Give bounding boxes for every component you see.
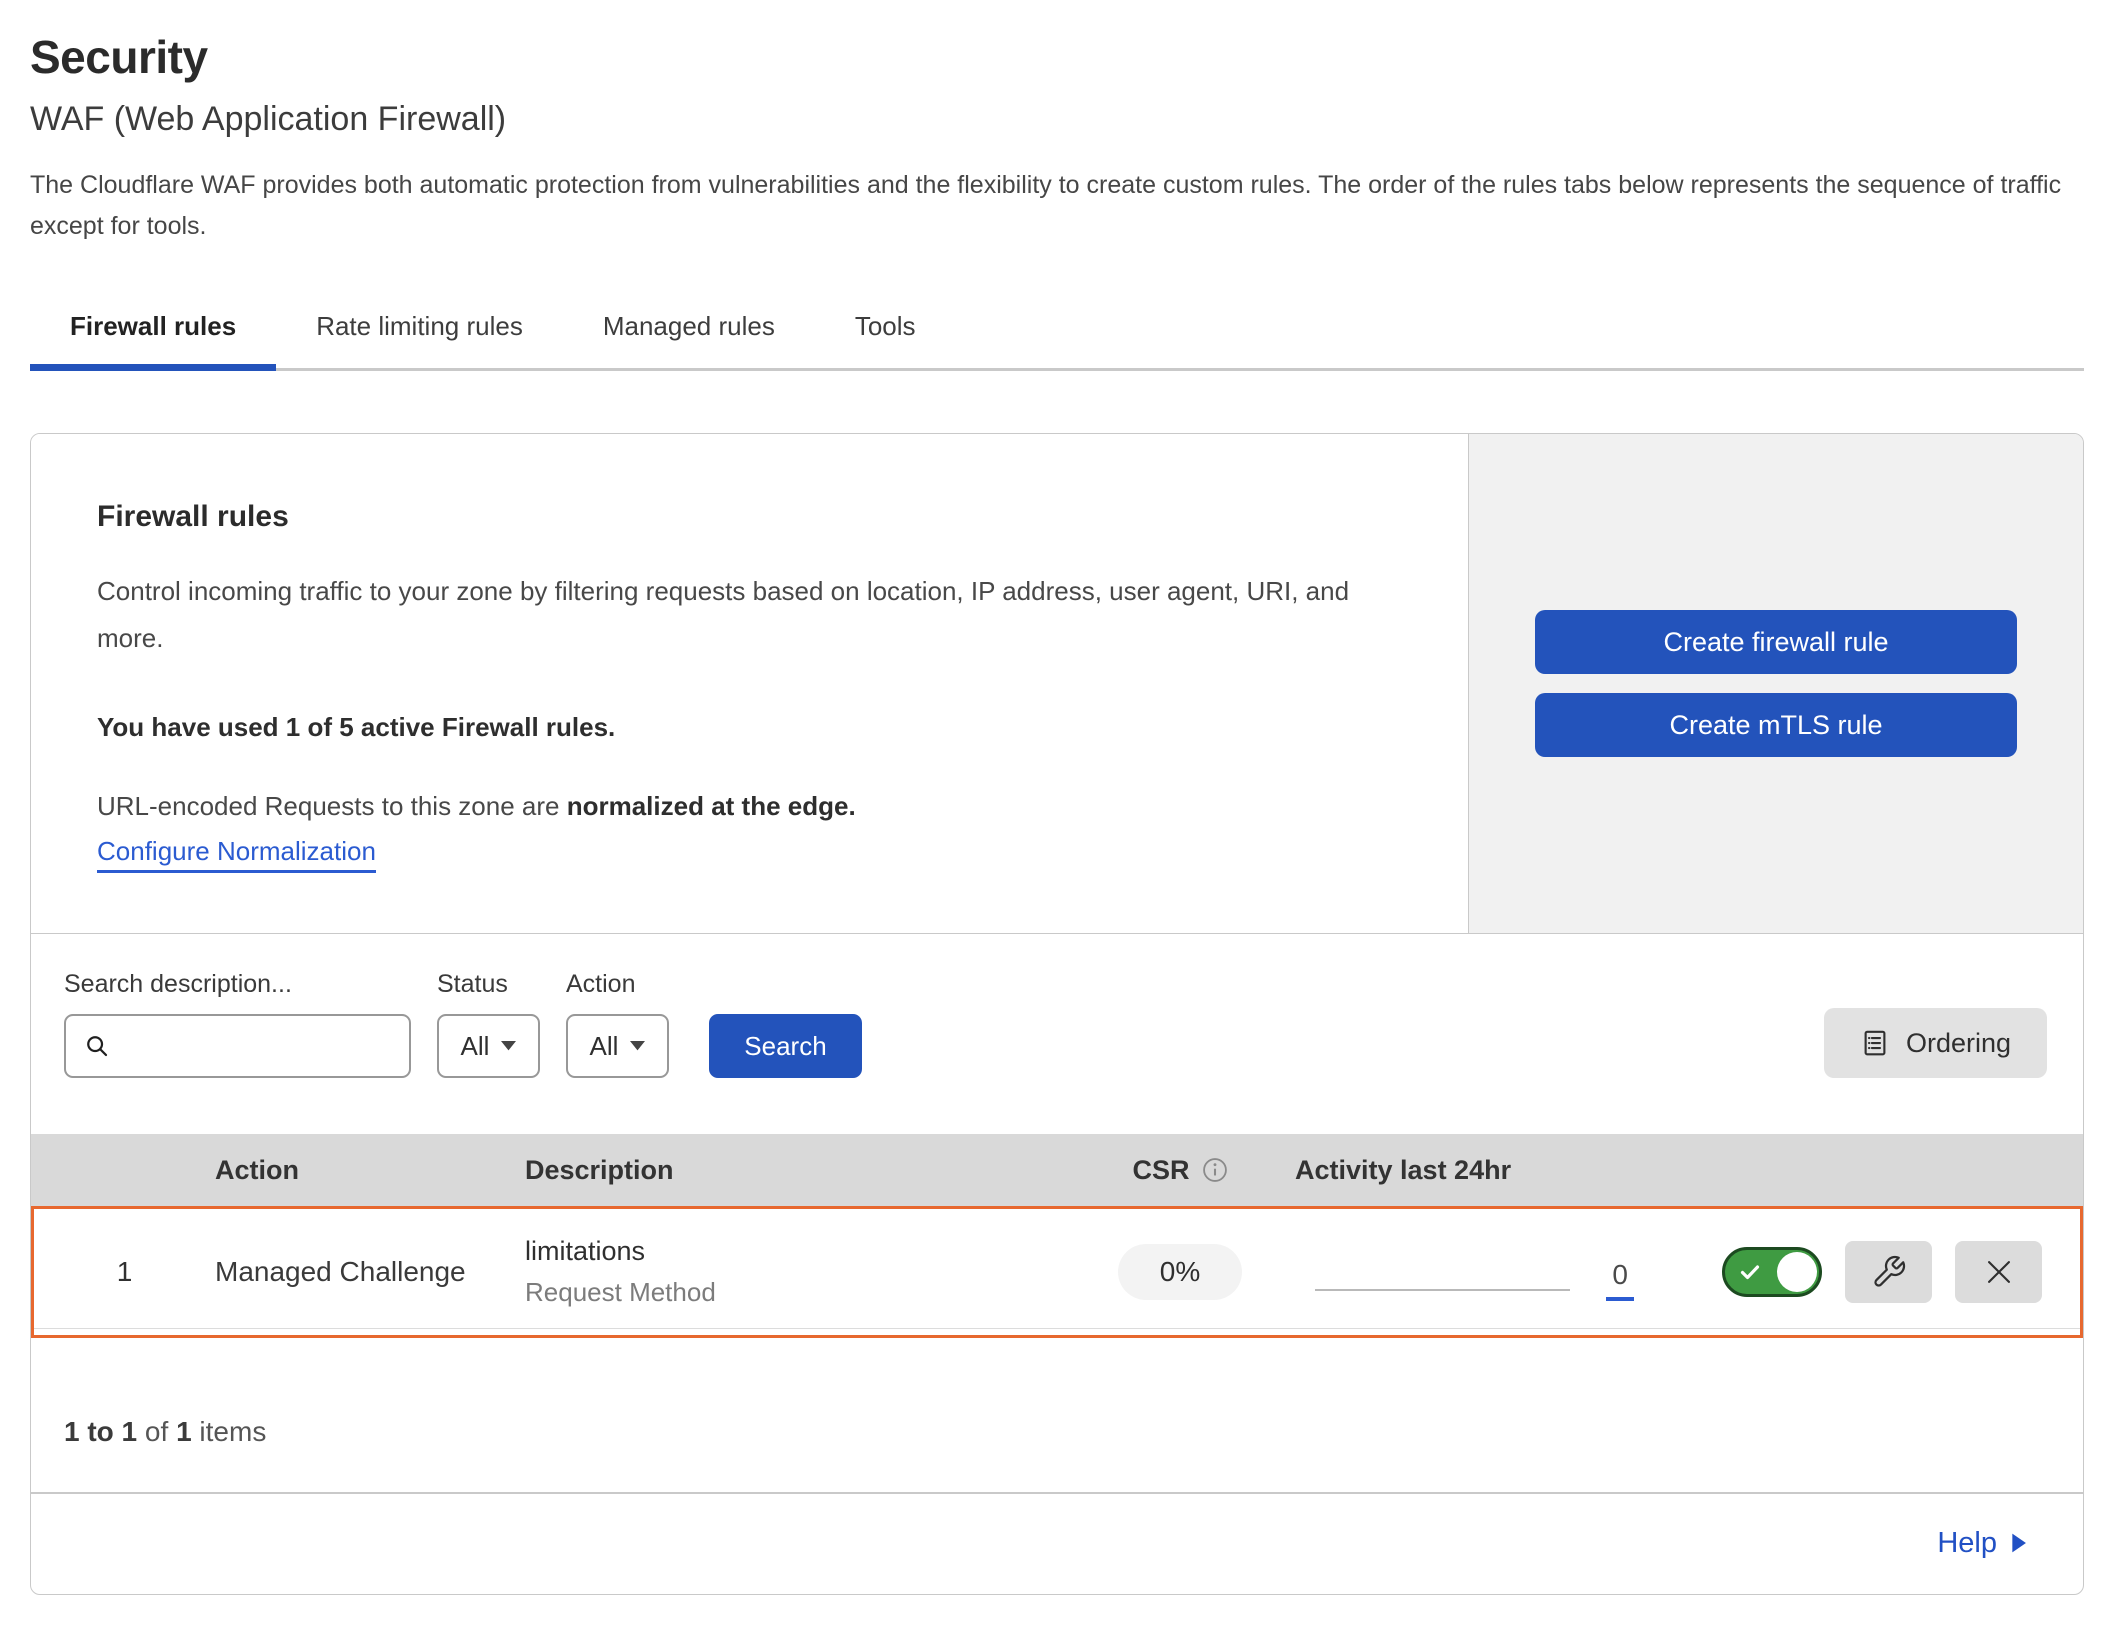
status-filter-group: Status All <box>437 970 540 1078</box>
tab-managed-rules[interactable]: Managed rules <box>563 293 815 368</box>
search-icon <box>82 1031 112 1061</box>
rule-enabled-toggle[interactable] <box>1722 1247 1822 1297</box>
create-firewall-rule-button[interactable]: Create firewall rule <box>1535 610 2017 674</box>
normalization-prefix: URL-encoded Requests to this zone are <box>97 791 567 821</box>
activity-sparkline <box>1315 1289 1570 1291</box>
action-label: Action <box>566 970 669 999</box>
tab-firewall-rules[interactable]: Firewall rules <box>30 293 276 368</box>
row-inner-divider <box>34 1328 2080 1329</box>
header-csr-label: CSR <box>1132 1155 1189 1186</box>
items-total: 1 <box>176 1416 192 1447</box>
help-row: Help <box>31 1494 2083 1594</box>
status-select[interactable]: All <box>437 1014 540 1078</box>
rule-description-sub: Request Method <box>525 1277 1065 1308</box>
page-title: Security <box>30 30 2084 84</box>
card-title: Firewall rules <box>97 500 1408 534</box>
status-label: Status <box>437 970 540 999</box>
items-of-text: of <box>137 1416 176 1447</box>
rule-csr-cell: 0% <box>1065 1244 1295 1300</box>
page-subtitle: WAF (Web Application Firewall) <box>30 100 2084 139</box>
delete-rule-button[interactable] <box>1955 1241 2042 1303</box>
header-activity: Activity last 24hr <box>1295 1155 1650 1186</box>
page-description: The Cloudflare WAF provides both automat… <box>30 165 2084 247</box>
edit-rule-button[interactable] <box>1845 1241 1932 1303</box>
table-row: 1 Managed Challenge limitations Request … <box>31 1206 2083 1338</box>
tab-tools[interactable]: Tools <box>815 293 956 368</box>
rule-priority: 1 <box>34 1256 215 1288</box>
panel-top-section: Firewall rules Control incoming traffic … <box>31 434 2083 934</box>
ordering-button[interactable]: Ordering <box>1824 1008 2047 1078</box>
action-select-value: All <box>590 1031 619 1062</box>
rule-description-cell: limitations Request Method <box>525 1236 1065 1308</box>
header-csr: CSR <box>1065 1155 1295 1186</box>
items-label: items <box>192 1416 267 1447</box>
info-icon[interactable] <box>1202 1157 1228 1183</box>
items-range: 1 to 1 <box>64 1416 137 1447</box>
tab-rate-limiting-rules[interactable]: Rate limiting rules <box>276 293 563 368</box>
action-filter-group: Action All <box>566 970 669 1078</box>
search-box <box>64 1014 411 1078</box>
activity-count-link[interactable]: 0 <box>1606 1259 1634 1301</box>
search-button[interactable]: Search <box>709 1014 862 1078</box>
header-action: Action <box>215 1155 525 1186</box>
search-input[interactable] <box>122 1016 457 1076</box>
configure-normalization-link[interactable]: Configure Normalization <box>97 836 376 873</box>
chevron-down-icon <box>501 1041 516 1051</box>
waf-tabs: Firewall rules Rate limiting rules Manag… <box>30 293 2084 371</box>
normalization-text: URL-encoded Requests to this zone are no… <box>97 791 1408 822</box>
header-description: Description <box>525 1155 1065 1186</box>
csr-badge: 0% <box>1118 1244 1242 1300</box>
action-select[interactable]: All <box>566 1014 669 1078</box>
ordering-list-icon <box>1860 1028 1890 1058</box>
normalization-bold: normalized at the edge. <box>567 791 856 821</box>
cta-rail: Create firewall rule Create mTLS rule <box>1468 434 2083 933</box>
firewall-rules-info: Firewall rules Control incoming traffic … <box>31 434 1468 933</box>
rule-action: Managed Challenge <box>215 1256 525 1288</box>
usage-text: You have used 1 of 5 active Firewall rul… <box>97 712 1408 743</box>
card-description: Control incoming traffic to your zone by… <box>97 568 1397 662</box>
play-arrow-icon <box>2011 1533 2027 1553</box>
firewall-rules-panel: Firewall rules Control incoming traffic … <box>30 433 2084 1595</box>
create-mtls-rule-button[interactable]: Create mTLS rule <box>1535 693 2017 757</box>
table-footer: 1 to 1 of 1 items <box>31 1338 2083 1494</box>
status-select-value: All <box>461 1031 490 1062</box>
rule-controls <box>1650 1241 2080 1303</box>
search-description-group: Search description... <box>64 970 411 1078</box>
search-description-label: Search description... <box>64 970 411 999</box>
rules-table-header: Action Description CSR Activity last 24h… <box>31 1134 2083 1206</box>
ordering-button-label: Ordering <box>1906 1028 2011 1059</box>
rule-description: limitations <box>525 1236 1065 1267</box>
check-icon <box>1738 1260 1762 1284</box>
help-link[interactable]: Help <box>1937 1527 2027 1560</box>
close-icon <box>1982 1255 2016 1289</box>
wrench-icon <box>1871 1254 1907 1290</box>
toggle-knob <box>1777 1252 1817 1292</box>
filter-bar: Search description... Status All <box>31 934 2083 1134</box>
help-link-label: Help <box>1937 1527 1997 1560</box>
chevron-down-icon <box>630 1041 645 1051</box>
rule-activity-cell: 0 <box>1295 1251 1650 1293</box>
security-page: Security WAF (Web Application Firewall) … <box>0 0 2114 1595</box>
